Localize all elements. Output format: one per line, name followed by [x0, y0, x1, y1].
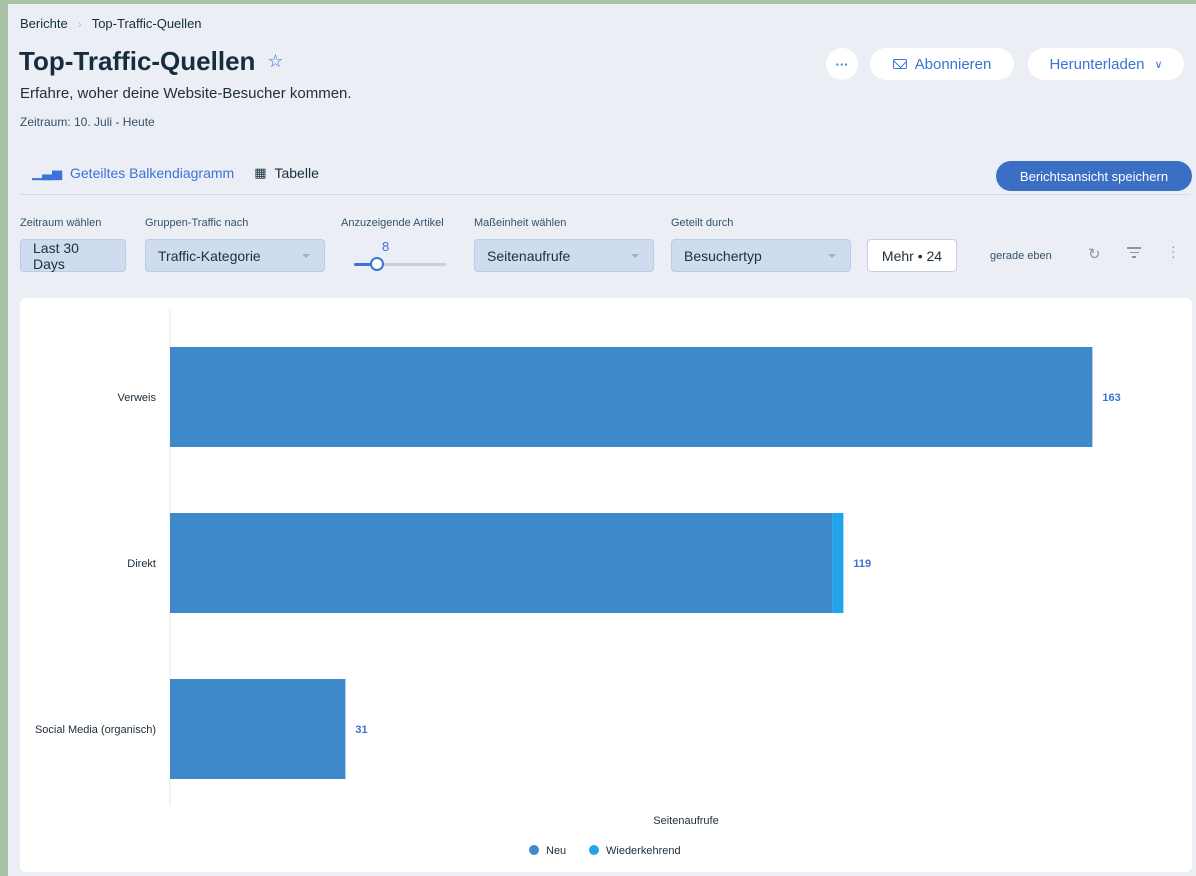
tab-bar-chart[interactable]: ▁▃▅ Geteiltes Balkendiagramm: [32, 165, 234, 181]
chevron-down-icon: ∨: [1154, 58, 1163, 71]
x-axis-label: Seitenaufrufe: [653, 815, 718, 827]
period-text: Zeitraum: 10. Juli - Heute: [20, 115, 155, 129]
tab-bar-chart-label: Geteiltes Balkendiagramm: [70, 165, 235, 181]
bar-chart-icon: ▁▃▅: [32, 165, 62, 180]
data-label: 163: [1102, 392, 1120, 404]
items-slider-track[interactable]: [354, 263, 446, 266]
category-label: Direkt: [127, 558, 156, 570]
last-updated-text: gerade eben: [990, 250, 1052, 262]
bar-neu-2: [170, 679, 346, 779]
filter-icon[interactable]: [1127, 247, 1141, 259]
period-select-value: Last 30 Days: [33, 239, 79, 272]
tab-table-label: Tabelle: [274, 165, 319, 181]
more-actions-label: ···: [835, 56, 849, 72]
group-select-value: Traffic-Kategorie: [158, 247, 261, 264]
mail-icon: [892, 59, 907, 69]
chart-card: Verweis 163 Direkt 119 Social Media (organis…: [20, 298, 1192, 872]
page-title-row: Top-Traffic-Quellen ☆: [19, 46, 284, 77]
tab-divider: [20, 194, 1190, 195]
breadcrumb: Berichte › Top-Traffic-Quellen: [20, 16, 202, 31]
more-vertical-icon[interactable]: · · ·: [1171, 239, 1176, 263]
refresh-icon[interactable]: ↻: [1088, 245, 1101, 263]
items-slider-value: 8: [382, 239, 390, 254]
items-filter-label: Anzuzeigende Artikel: [341, 217, 444, 229]
breadcrumb-root[interactable]: Berichte: [20, 16, 68, 31]
group-select[interactable]: Traffic-Kategorie: [145, 239, 325, 272]
period-filter-label: Zeitraum wählen: [20, 217, 102, 229]
legend-label-0: Neu: [546, 845, 566, 857]
legend-marker-0: [529, 845, 539, 855]
data-label: 31: [355, 724, 367, 736]
split-select-value: Besuchertyp: [684, 247, 762, 264]
page-subtitle: Erfahre, woher deine Website-Besucher ko…: [20, 85, 352, 102]
items-slider-handle[interactable]: [370, 257, 384, 271]
legend-marker-1: [589, 845, 599, 855]
period-select[interactable]: Last 30 Days: [20, 239, 126, 272]
caret-down-icon: [631, 254, 639, 258]
view-tabs: ▁▃▅ Geteiltes Balkendiagramm ▦ Tabelle: [32, 165, 319, 181]
group-filter-label: Gruppen-Traffic nach: [145, 217, 249, 229]
split-select[interactable]: Besuchertyp: [671, 239, 851, 272]
report-page: Berichte › Top-Traffic-Quellen Top-Traff…: [8, 4, 1196, 876]
bar-neu-0: [170, 347, 1093, 447]
legend-label-1: Wiederkehrend: [606, 845, 681, 857]
more-actions-button[interactable]: ···: [826, 48, 858, 80]
bar-wiederkehrend-1: [832, 513, 844, 613]
download-label: Herunterladen: [1049, 55, 1145, 73]
save-view-button[interactable]: Berichtsansicht speichern: [996, 161, 1192, 191]
split-filter-label: Geteilt durch: [671, 217, 734, 229]
page-title: Top-Traffic-Quellen: [19, 46, 256, 76]
metric-select[interactable]: Seitenaufrufe: [474, 239, 654, 272]
tab-table[interactable]: ▦ Tabelle: [254, 165, 319, 181]
breadcrumb-current: Top-Traffic-Quellen: [91, 16, 202, 31]
metric-filter-label: Maßeinheit wählen: [474, 217, 567, 229]
bar-neu-1: [170, 513, 833, 613]
table-icon: ▦: [254, 165, 267, 180]
category-label: Social Media (organisch): [35, 724, 156, 736]
more-filters-label: Mehr • 24: [881, 247, 943, 264]
subscribe-button[interactable]: Abonnieren: [870, 48, 1014, 80]
caret-down-icon: [828, 254, 836, 258]
category-label: Verweis: [117, 392, 156, 404]
data-label: 119: [853, 558, 871, 570]
metric-select-value: Seitenaufrufe: [487, 247, 571, 264]
bar-chart: Verweis 163 Direkt 119 Social Media (organis…: [35, 310, 1121, 857]
more-filters-button[interactable]: Mehr • 24: [867, 239, 957, 272]
star-icon[interactable]: ☆: [267, 51, 283, 72]
breadcrumb-separator-icon: ›: [77, 16, 82, 31]
subscribe-label: Abonnieren: [914, 55, 992, 73]
caret-down-icon: [302, 254, 310, 258]
download-button[interactable]: Herunterladen ∨: [1028, 48, 1184, 80]
